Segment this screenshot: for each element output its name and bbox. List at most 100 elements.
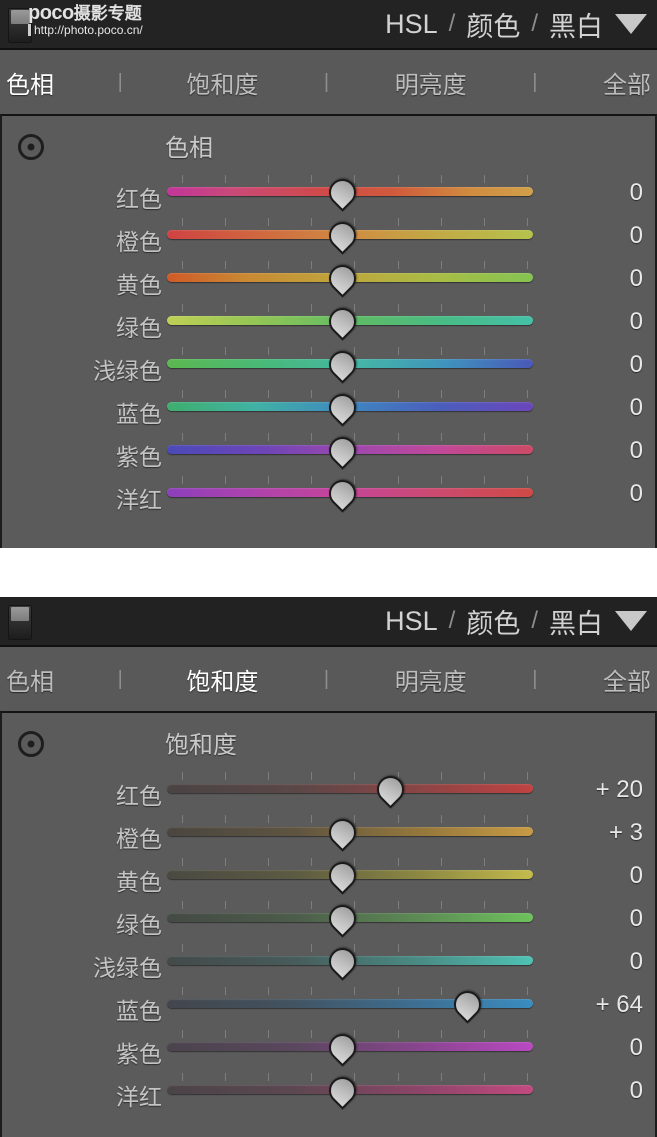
- slider-value[interactable]: + 3: [533, 819, 643, 847]
- slider-label: 浅绿色: [93, 955, 162, 981]
- slider-value[interactable]: 0: [533, 480, 643, 508]
- slider-row: 紫色 0: [2, 430, 655, 473]
- slider-row: 洋红 0: [2, 1070, 655, 1113]
- tab-saturation[interactable]: 饱和度: [180, 662, 264, 697]
- tab-hue[interactable]: 色相: [0, 65, 60, 100]
- title-separator: /: [448, 10, 456, 37]
- slider-value[interactable]: 0: [533, 437, 643, 465]
- slider-row: 橙色 0: [2, 215, 655, 258]
- slider-row: 浅绿色 0: [2, 344, 655, 387]
- section-label: 饱和度: [165, 732, 237, 759]
- slider-label: 蓝色: [116, 401, 162, 427]
- color-slider[interactable]: [167, 941, 533, 984]
- slider-row: 浅绿色 0: [2, 941, 655, 984]
- slider-row: 蓝色 0: [2, 387, 655, 430]
- slider-value[interactable]: 0: [533, 351, 643, 379]
- slider-label: 浅绿色: [93, 358, 162, 384]
- slider-label: 绿色: [116, 912, 162, 938]
- tab-all[interactable]: 全部: [597, 662, 657, 697]
- tab-separator: |: [323, 667, 330, 690]
- tab-separator: |: [117, 667, 123, 690]
- watermark-brand-cn: 摄影专题: [73, 4, 142, 23]
- slider-value[interactable]: 0: [533, 1034, 643, 1062]
- color-slider[interactable]: [167, 769, 533, 812]
- slider-label: 橙色: [116, 229, 162, 255]
- color-slider[interactable]: [167, 387, 533, 430]
- tab-strip: 色相 | 饱和度 | 明亮度 | 全部: [0, 48, 657, 114]
- slider-row: 黄色 0: [2, 855, 655, 898]
- panel-title: HSL / 颜色 / 黑白: [385, 0, 603, 48]
- slider-value[interactable]: + 20: [533, 776, 643, 804]
- color-slider[interactable]: [167, 984, 533, 1027]
- slider-label: 橙色: [116, 826, 162, 852]
- title-part-hsl[interactable]: HSL: [385, 606, 438, 637]
- tab-saturation[interactable]: 饱和度: [180, 65, 264, 100]
- color-slider[interactable]: [167, 473, 533, 516]
- slider-label: 绿色: [116, 315, 162, 341]
- lightroom-hsl-panels-screenshot: poco摄影专题 http://photo.poco.cn/ HSL / 颜色 …: [0, 0, 657, 1137]
- slider-label: 蓝色: [116, 998, 162, 1024]
- title-part-bw[interactable]: 黑白: [549, 602, 603, 641]
- slider-value[interactable]: 0: [533, 948, 643, 976]
- title-part-color[interactable]: 颜色: [466, 5, 520, 44]
- color-slider[interactable]: [167, 215, 533, 258]
- slider-label: 红色: [116, 783, 162, 809]
- color-slider[interactable]: [167, 172, 533, 215]
- slider-track[interactable]: [167, 784, 533, 793]
- slider-ticks: [167, 987, 533, 996]
- title-part-color[interactable]: 颜色: [466, 602, 520, 641]
- tab-strip: 色相 | 饱和度 | 明亮度 | 全部: [0, 645, 657, 711]
- color-slider[interactable]: [167, 855, 533, 898]
- title-separator: /: [448, 607, 456, 634]
- panel-header: poco摄影专题 http://photo.poco.cn/ HSL / 颜色 …: [0, 0, 657, 48]
- watermark-url: http://photo.poco.cn/: [28, 24, 143, 36]
- title-part-hsl[interactable]: HSL: [385, 9, 438, 40]
- slider-value[interactable]: 0: [533, 265, 643, 293]
- slider-value[interactable]: 0: [533, 862, 643, 890]
- slider-row: 绿色 0: [2, 301, 655, 344]
- color-slider[interactable]: [167, 301, 533, 344]
- title-part-bw[interactable]: 黑白: [549, 5, 603, 44]
- slider-value[interactable]: 0: [533, 394, 643, 422]
- panel-switch-icon[interactable]: [8, 605, 32, 640]
- panel-gap: [0, 548, 657, 597]
- tab-luminance[interactable]: 明亮度: [389, 662, 473, 697]
- color-slider[interactable]: [167, 258, 533, 301]
- hsl-panel-hue: poco摄影专题 http://photo.poco.cn/ HSL / 颜色 …: [0, 0, 657, 550]
- slider-value[interactable]: 0: [533, 222, 643, 250]
- slider-value[interactable]: 0: [533, 905, 643, 933]
- tab-luminance[interactable]: 明亮度: [389, 65, 473, 100]
- slider-label: 黄色: [116, 869, 162, 895]
- hsl-panel-saturation: HSL / 颜色 / 黑白 色相 | 饱和度 | 明亮度 | 全部 饱和度 红色…: [0, 597, 657, 1137]
- slider-row: 蓝色 + 64: [2, 984, 655, 1027]
- slider-row: 红色 0: [2, 172, 655, 215]
- slider-label: 红色: [116, 186, 162, 212]
- color-slider[interactable]: [167, 1070, 533, 1113]
- slider-value[interactable]: 0: [533, 308, 643, 336]
- slider-value[interactable]: 0: [533, 179, 643, 207]
- slider-value[interactable]: 0: [533, 1077, 643, 1105]
- target-adjust-icon[interactable]: [18, 134, 44, 160]
- tab-separator: |: [323, 70, 330, 93]
- section-label: 色相: [165, 135, 213, 162]
- panel-title: HSL / 颜色 / 黑白: [385, 597, 603, 645]
- color-slider[interactable]: [167, 812, 533, 855]
- slider-row: 紫色 0: [2, 1027, 655, 1070]
- slider-row: 绿色 0: [2, 898, 655, 941]
- slider-row: 橙色 + 3: [2, 812, 655, 855]
- slider-label: 紫色: [116, 1041, 162, 1067]
- panel-header: HSL / 颜色 / 黑白: [0, 597, 657, 645]
- color-slider[interactable]: [167, 430, 533, 473]
- color-slider[interactable]: [167, 344, 533, 387]
- target-adjust-icon[interactable]: [18, 731, 44, 757]
- slider-value[interactable]: + 64: [533, 991, 643, 1019]
- poco-watermark: poco摄影专题 http://photo.poco.cn/: [28, 3, 143, 36]
- slider-label: 洋红: [116, 487, 162, 513]
- color-slider[interactable]: [167, 898, 533, 941]
- title-separator: /: [531, 10, 538, 37]
- tab-hue[interactable]: 色相: [0, 662, 60, 697]
- tab-all[interactable]: 全部: [597, 65, 657, 100]
- color-slider[interactable]: [167, 1027, 533, 1070]
- chevron-down-icon[interactable]: [615, 14, 647, 34]
- chevron-down-icon[interactable]: [615, 611, 647, 631]
